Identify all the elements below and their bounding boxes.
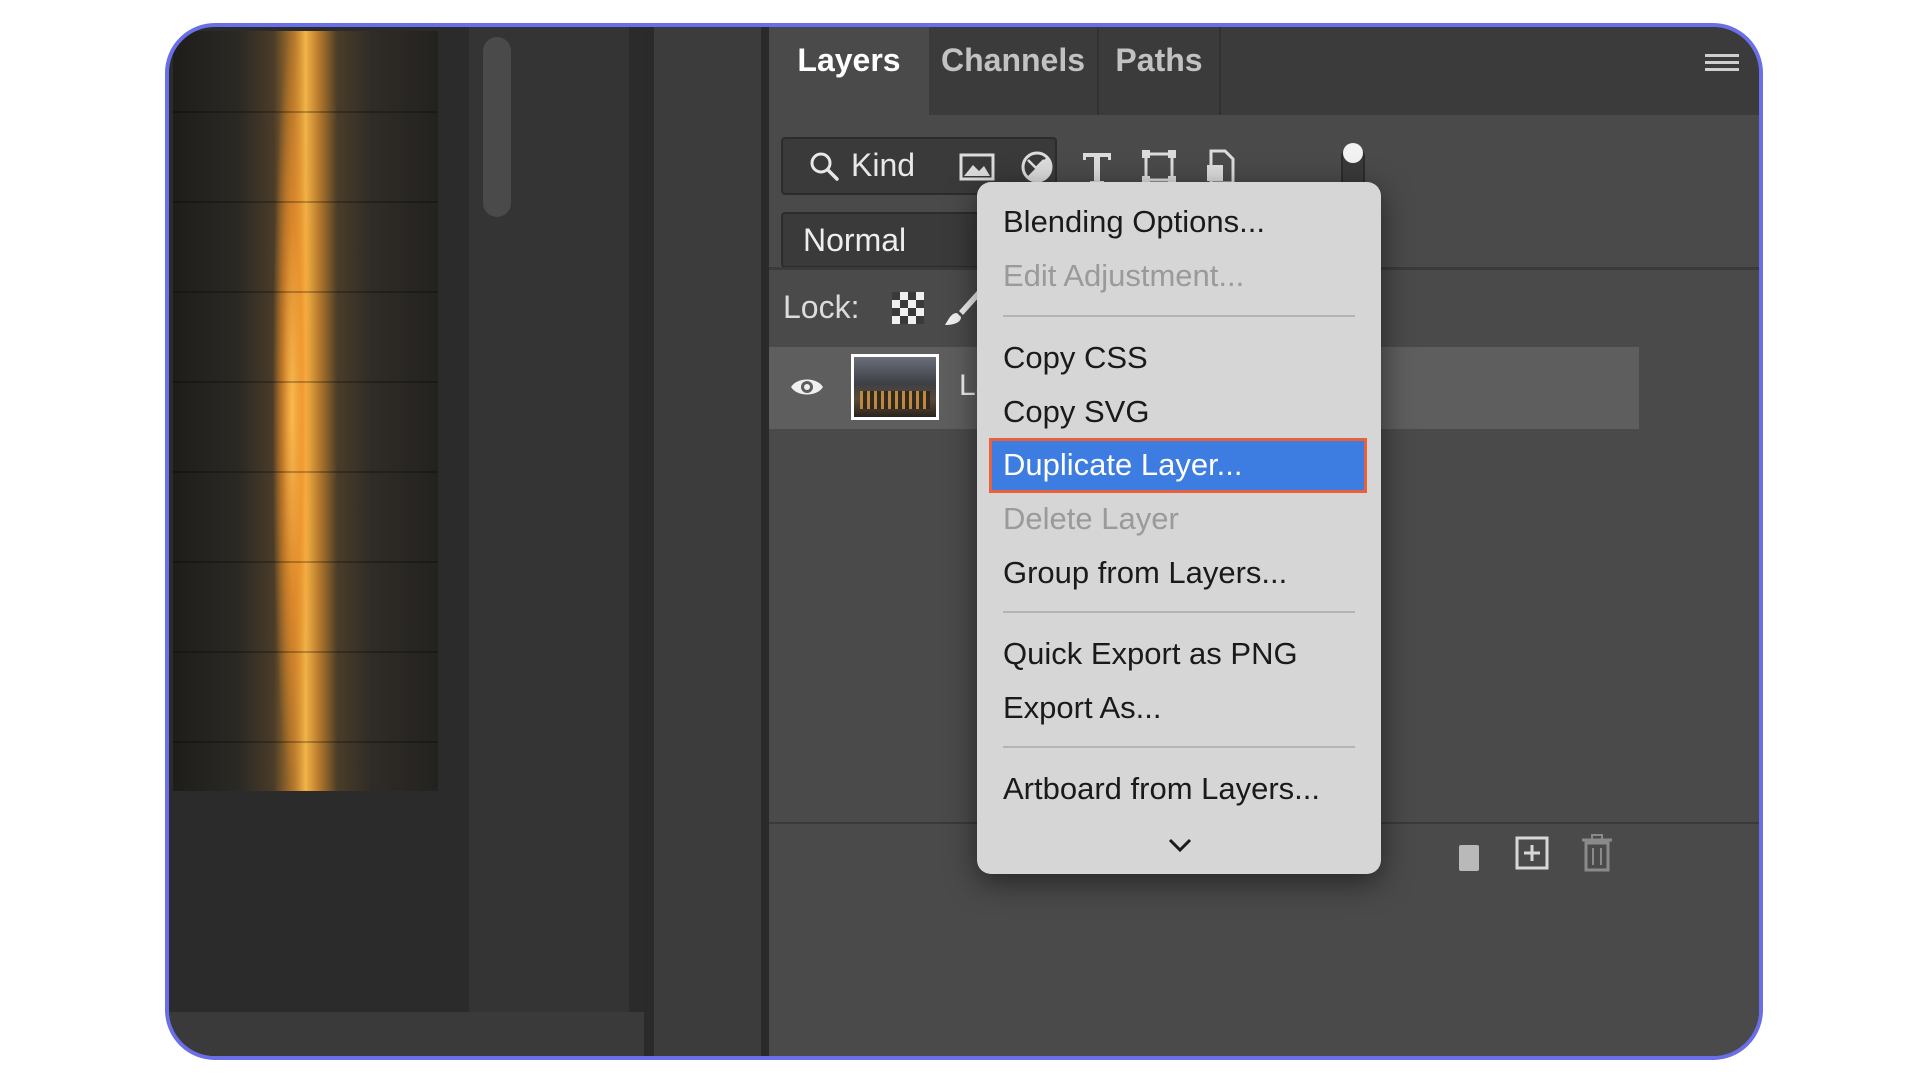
panel-tab-bar: Layers Channels Paths — [769, 27, 1759, 115]
menu-item-duplicate-layer-label: Duplicate Layer... — [1003, 447, 1243, 482]
panel-divider-right[interactable] — [761, 27, 769, 1056]
layer-context-menu: Blending Options... Edit Adjustment... C… — [977, 182, 1381, 874]
layer-thumbnail[interactable] — [851, 354, 939, 420]
canvas-status-bar — [169, 1012, 644, 1056]
tab-layers[interactable]: Layers — [769, 27, 929, 115]
menu-item-group-from-layers[interactable]: Group from Layers... — [1003, 555, 1287, 591]
eye-icon[interactable] — [789, 372, 825, 402]
menu-item-copy-svg[interactable]: Copy SVG — [1003, 394, 1149, 430]
menu-item-artboard-from-layers[interactable]: Artboard from Layers... — [1003, 771, 1320, 807]
menu-item-export-as[interactable]: Export As... — [1003, 690, 1162, 726]
menu-separator — [1003, 611, 1355, 613]
menu-separator — [1003, 315, 1355, 317]
document-canvas[interactable] — [169, 27, 644, 1056]
menu-separator — [1003, 746, 1355, 748]
blend-mode-value: Normal — [803, 222, 907, 258]
panel-divider[interactable] — [644, 27, 654, 1056]
tab-paths[interactable]: Paths — [1099, 27, 1221, 115]
menu-item-edit-adjustment: Edit Adjustment... — [1003, 258, 1245, 293]
menu-item-quick-export-png[interactable]: Quick Export as PNG — [1003, 636, 1298, 672]
add-layer-icon[interactable] — [1514, 835, 1550, 871]
vertical-scrollbar-thumb[interactable] — [483, 37, 511, 217]
hamburger-menu-icon[interactable] — [1705, 54, 1739, 78]
lock-label: Lock: — [783, 289, 860, 325]
chevron-down-icon[interactable] — [1167, 836, 1193, 854]
search-icon — [810, 152, 839, 181]
screenshot-frame: Layers Channels Paths Kind Normal Lock: … — [165, 23, 1763, 1060]
menu-item-duplicate-layer[interactable]: Duplicate Layer... — [989, 438, 1367, 493]
adjustment-layer-icon[interactable] — [1459, 845, 1479, 871]
tab-channels[interactable]: Channels — [929, 27, 1099, 115]
lock-transparent-pixels-icon[interactable] — [887, 287, 929, 329]
menu-item-delete-layer: Delete Layer — [1003, 501, 1179, 536]
menu-item-blending-options[interactable]: Blending Options... — [1003, 204, 1265, 240]
city-night-photo — [173, 31, 438, 791]
trash-icon[interactable] — [1579, 833, 1615, 873]
menu-item-copy-css[interactable]: Copy CSS — [1003, 340, 1148, 376]
filter-kind-label: Kind — [851, 147, 916, 183]
dock-gap — [654, 27, 761, 1056]
